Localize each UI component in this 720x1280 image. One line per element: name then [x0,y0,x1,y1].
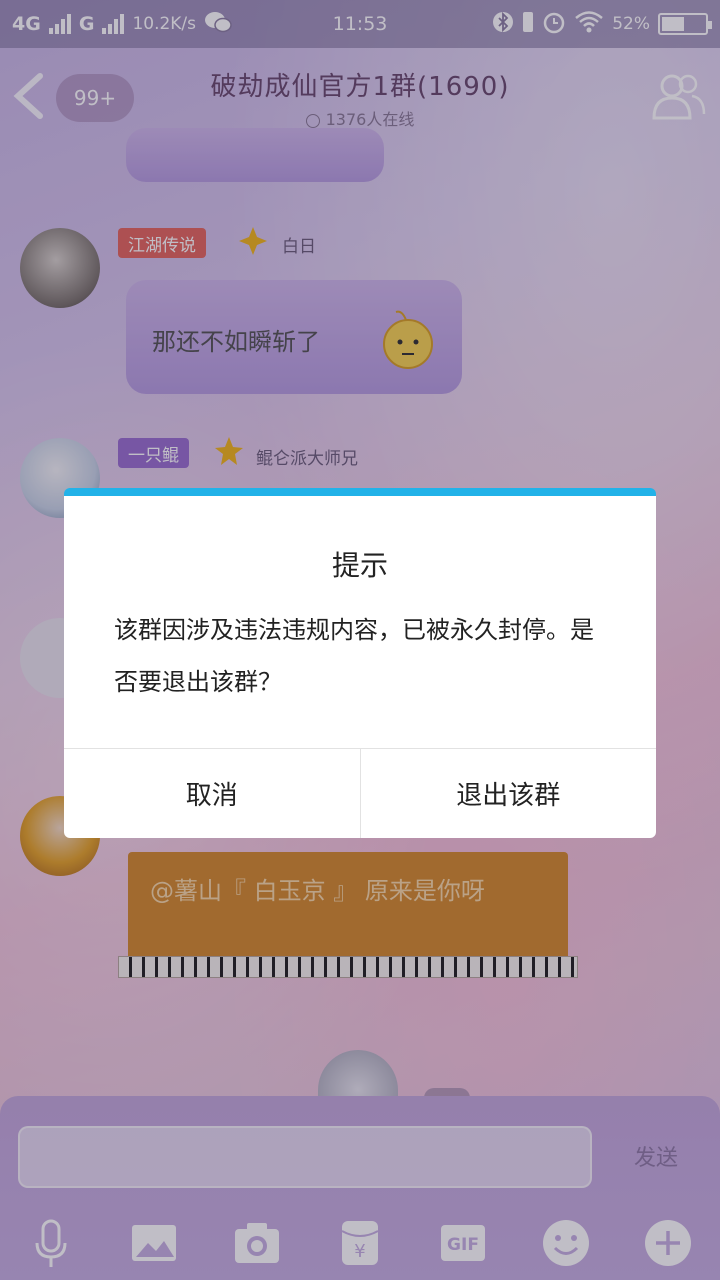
cancel-button[interactable]: 取消 [64,749,360,838]
leave-group-button[interactable]: 退出该群 [359,749,657,838]
dialog-message: 该群因涉及违法违规内容，已被永久封停。是否要退出该群？ [114,616,594,696]
dialog-buttons: 取消 退出该群 [64,748,656,838]
alert-dialog: 提示 该群因涉及违法违规内容，已被永久封停。是否要退出该群？ 取消 退出该群 [64,488,656,838]
dialog-title: 提示 [331,549,388,582]
